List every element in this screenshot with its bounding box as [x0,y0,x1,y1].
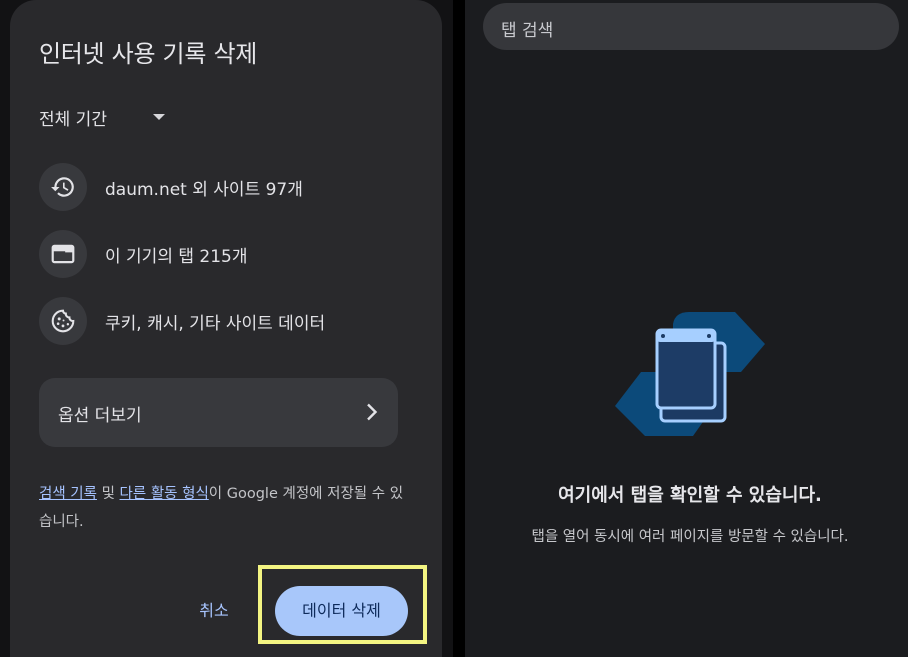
chevron-right-icon [367,403,378,421]
time-range-dropdown[interactable]: 전체 기간 [39,104,165,130]
search-placeholder: 탭 검색 [501,21,554,41]
search-history-link[interactable]: 검색 기록 [39,486,97,502]
caret-down-icon [152,114,165,120]
tab-icon [39,230,87,278]
tabs-count-label: 이 기기의 탭 215개 [105,246,248,267]
cancel-button[interactable]: 취소 [190,596,238,626]
screen: 인터넷 사용 기록 삭제 전체 기간 daum.net 외 사이트 97개 이 … [0,0,908,657]
history-icon [39,163,87,211]
history-item: daum.net 외 사이트 97개 [39,163,303,211]
notice-text-1: 및 [96,486,120,502]
other-activity-link[interactable]: 다른 활동 형식 [120,486,209,502]
account-notice: 검색 기록 및 다른 활동 형식이 Google 계정에 저장될 수 있습니다. [39,480,411,536]
time-range-label: 전체 기간 [39,109,107,130]
tab-switcher-panel: 탭 검색 여기에서 탭을 확인할 수 있습니다. 탭을 열어 동시에 여러 페이… [465,0,908,657]
tabs-item: 이 기기의 탭 215개 [39,230,248,278]
more-options-button[interactable]: 옵션 더보기 [39,378,398,447]
cookie-icon [39,297,87,345]
history-count-label: daum.net 외 사이트 97개 [105,179,303,200]
empty-state-subtitle: 탭을 열어 동시에 여러 페이지를 방문할 수 있습니다. [531,529,849,545]
empty-state-title: 여기에서 탭을 확인할 수 있습니다. [558,485,822,506]
cookies-label: 쿠키, 캐시, 기타 사이트 데이터 [105,313,326,334]
dialog-title: 인터넷 사용 기록 삭제 [39,40,258,68]
cookies-item: 쿠키, 캐시, 기타 사이트 데이터 [39,297,325,345]
more-options-label: 옵션 더보기 [58,406,142,426]
clear-history-dialog: 인터넷 사용 기록 삭제 전체 기간 daum.net 외 사이트 97개 이 … [10,0,442,657]
delete-data-button[interactable]: 데이터 삭제 [275,586,408,636]
tab-search-input[interactable]: 탭 검색 [483,3,899,50]
tabs-illustration-icon [615,312,765,436]
